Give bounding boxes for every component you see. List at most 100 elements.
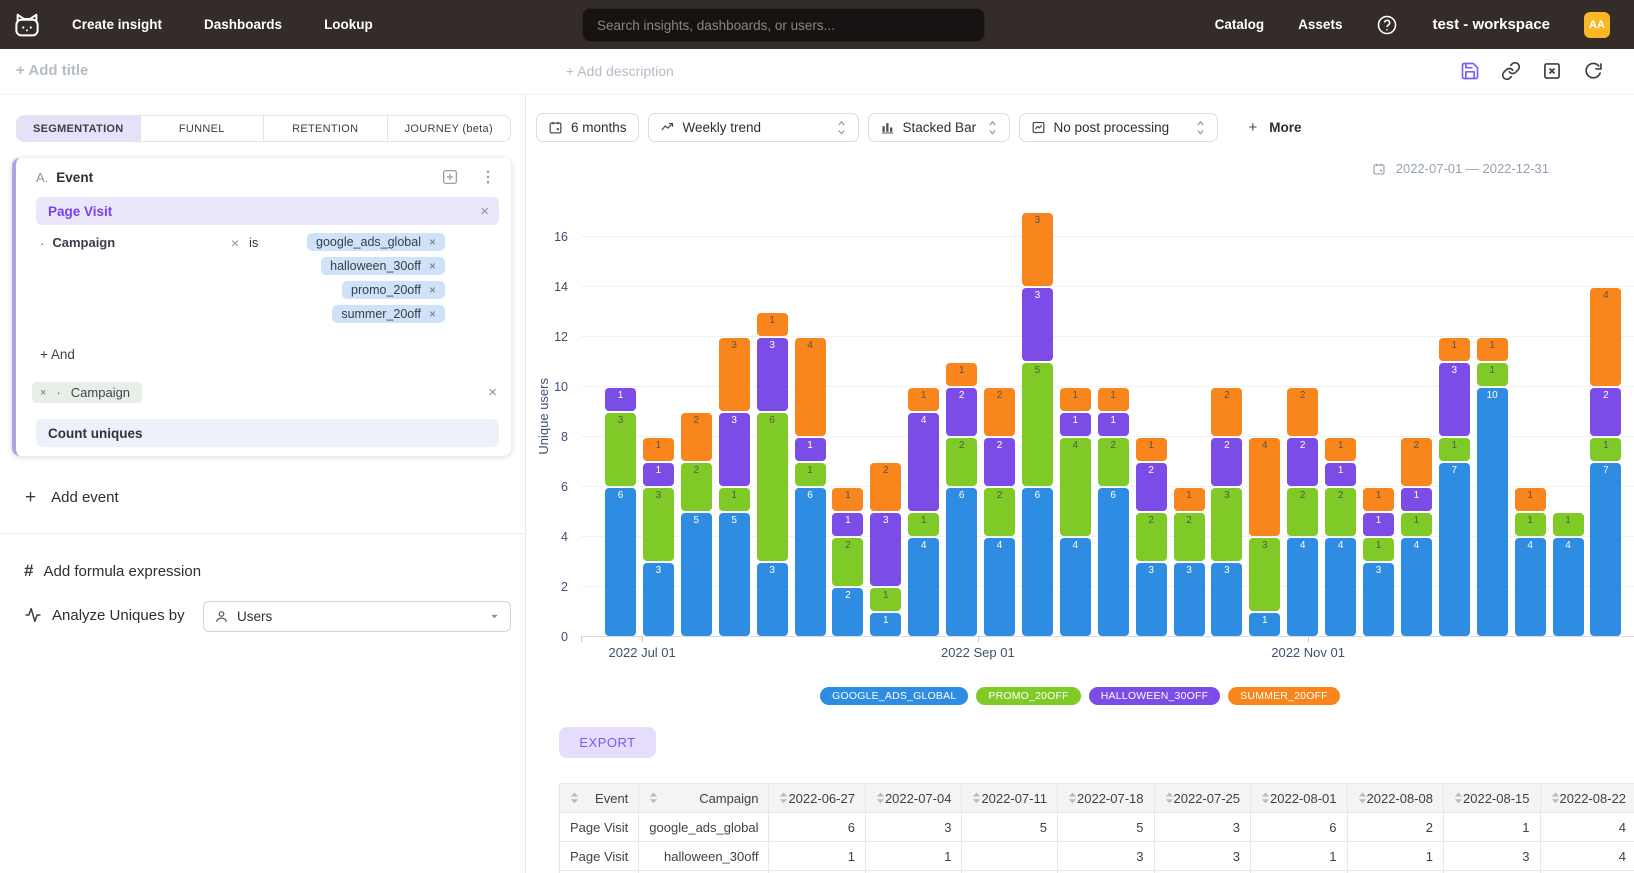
legend-item[interactable]: SUMMER_20OFF [1228, 687, 1340, 705]
sort-icon[interactable] [972, 792, 981, 804]
bar-segment[interactable]: 1 [1060, 388, 1091, 411]
sort-icon[interactable] [649, 792, 658, 804]
breakdown-property-tag[interactable]: × · Campaign [32, 382, 142, 403]
bar-segment[interactable]: 2 [1287, 388, 1318, 436]
bar-segment[interactable]: 2 [984, 438, 1015, 486]
refresh-icon[interactable] [1583, 61, 1603, 81]
bar-segment[interactable]: 2 [1098, 438, 1129, 486]
bar-segment[interactable]: 1 [1136, 438, 1167, 461]
segment-menu-icon[interactable] [479, 168, 497, 186]
bar-segment[interactable]: 1 [1401, 488, 1432, 511]
add-title-button[interactable]: + Add title [16, 62, 88, 79]
time-window-button[interactable]: 6 months [536, 113, 639, 142]
post-processing-select[interactable]: No post processing [1019, 113, 1218, 142]
bar-segment[interactable]: 1 [1363, 513, 1394, 536]
column-header[interactable]: 2022-08-15 [1444, 784, 1541, 813]
bar-segment[interactable]: 3 [870, 513, 901, 586]
sort-icon[interactable] [1551, 792, 1560, 804]
bar-segment[interactable]: 1 [1553, 513, 1584, 536]
bar-segment[interactable]: 2 [1136, 513, 1167, 561]
bar-segment[interactable]: 3 [757, 563, 788, 636]
bar-segment[interactable]: 4 [1060, 538, 1091, 636]
bar-segment[interactable]: 1 [908, 388, 939, 411]
tab-funnel[interactable]: FUNNEL [141, 116, 265, 141]
bar-segment[interactable]: 1 [1325, 438, 1356, 461]
bar-segment[interactable]: 4 [1325, 538, 1356, 636]
bar-segment[interactable]: 1 [832, 513, 863, 536]
bar-segment[interactable]: 3 [719, 338, 750, 411]
remove-value-icon[interactable]: × [429, 283, 436, 297]
bar-segment[interactable]: 1 [1060, 413, 1091, 436]
bar-segment[interactable]: 1 [643, 463, 674, 486]
bar-segment[interactable]: 1 [870, 588, 901, 611]
column-header[interactable]: 2022-07-11 [962, 784, 1058, 813]
bar-segment[interactable]: 4 [908, 538, 939, 636]
bar-segment[interactable]: 1 [795, 463, 826, 486]
bar-segment[interactable]: 4 [1401, 538, 1432, 636]
nav-create-insight[interactable]: Create insight [72, 17, 162, 32]
bar-segment[interactable]: 2 [870, 463, 901, 511]
sort-icon[interactable] [570, 792, 579, 804]
bar-segment[interactable]: 2 [1287, 438, 1318, 486]
filter-value-tag[interactable]: google_ads_global× [307, 233, 445, 251]
bar-segment[interactable]: 2 [946, 388, 977, 436]
bar-segment[interactable]: 3 [719, 413, 750, 486]
column-header[interactable]: 2022-07-18 [1058, 784, 1155, 813]
bar-segment[interactable]: 2 [681, 413, 712, 461]
bar-segment[interactable]: 2 [681, 463, 712, 511]
bar-segment[interactable]: 1 [1098, 388, 1129, 411]
tab-retention[interactable]: RETENTION [264, 116, 388, 141]
bar-segment[interactable]: 3 [1136, 563, 1167, 636]
column-header[interactable]: Campaign [639, 784, 769, 813]
add-and-condition-button[interactable]: + And [40, 347, 75, 362]
bar-segment[interactable]: 1 [795, 438, 826, 461]
bar-segment[interactable]: 1 [1439, 338, 1470, 361]
bar-segment[interactable]: 5 [719, 513, 750, 636]
bar-segment[interactable]: 2 [1590, 388, 1621, 436]
global-search-input[interactable] [582, 8, 985, 42]
bar-segment[interactable]: 2 [1211, 438, 1242, 486]
nav-assets[interactable]: Assets [1298, 17, 1342, 32]
bar-segment[interactable]: 3 [757, 338, 788, 411]
bar-segment[interactable]: 4 [1590, 288, 1621, 386]
tab-journey[interactable]: JOURNEY (beta) [388, 116, 511, 141]
share-link-icon[interactable] [1501, 61, 1521, 81]
legend-item[interactable]: PROMO_20OFF [976, 687, 1080, 705]
bar-segment[interactable]: 1 [1401, 513, 1432, 536]
add-description-button[interactable]: + Add description [566, 63, 674, 79]
column-header[interactable]: 2022-08-08 [1347, 784, 1444, 813]
filter-operator[interactable]: is [249, 235, 258, 250]
bar-segment[interactable]: 1 [1477, 338, 1508, 361]
remove-event-icon[interactable]: × [480, 203, 489, 220]
bar-segment[interactable]: 6 [795, 488, 826, 636]
bar-segment[interactable]: 6 [757, 413, 788, 561]
filter-property-name[interactable]: Campaign [52, 235, 115, 250]
bar-segment[interactable]: 1 [719, 488, 750, 511]
remove-value-icon[interactable]: × [429, 307, 436, 321]
bar-segment[interactable]: 6 [1098, 488, 1129, 636]
sort-icon[interactable] [1358, 792, 1367, 804]
bar-segment[interactable]: 4 [1060, 438, 1091, 536]
save-icon[interactable] [1460, 61, 1480, 81]
add-formula-button[interactable]: # Add formula expression [24, 561, 201, 581]
add-event-button[interactable]: + Add event [25, 488, 119, 507]
tab-segmentation[interactable]: SEGMENTATION [17, 116, 141, 141]
bar-segment[interactable]: 1 [1477, 363, 1508, 386]
nav-dashboards[interactable]: Dashboards [204, 17, 282, 32]
bar-segment[interactable]: 3 [1211, 488, 1242, 561]
event-selector[interactable]: Page Visit × [36, 197, 499, 225]
bar-segment[interactable]: 2 [1174, 513, 1205, 561]
bar-segment[interactable]: 3 [1439, 363, 1470, 436]
bar-segment[interactable]: 2 [1211, 388, 1242, 436]
bar-segment[interactable]: 1 [643, 438, 674, 461]
bar-segment[interactable]: 3 [1363, 563, 1394, 636]
bar-segment[interactable]: 3 [1249, 538, 1280, 611]
bar-segment[interactable]: 7 [1439, 463, 1470, 636]
bar-segment[interactable]: 3 [1174, 563, 1205, 636]
bar-segment[interactable]: 1 [832, 488, 863, 511]
bar-segment[interactable]: 1 [1363, 538, 1394, 561]
bar-segment[interactable]: 2 [832, 588, 863, 636]
bar-segment[interactable]: 7 [1590, 463, 1621, 636]
bar-segment[interactable]: 2 [1287, 488, 1318, 536]
sort-icon[interactable] [1165, 792, 1174, 804]
